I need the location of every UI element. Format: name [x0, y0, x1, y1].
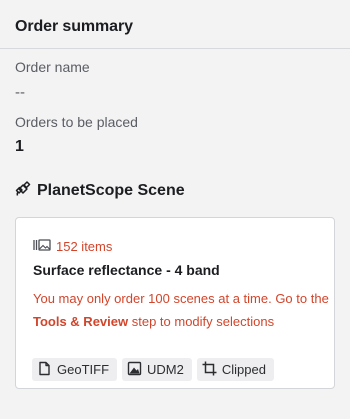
title-divider — [0, 48, 350, 49]
image-icon — [127, 361, 142, 379]
chip-clipped: Clipped — [196, 358, 274, 381]
items-count: 152 items — [56, 238, 113, 254]
chip-label: Clipped — [221, 362, 266, 377]
asset-chips: GeoTIFF UDM2 Clipped — [32, 358, 274, 381]
bundle-card: 152 items Surface reflectance - 4 band Y… — [15, 217, 335, 389]
order-summary-panel: Order summary Order name -- Orders to be… — [0, 0, 350, 419]
crop-icon — [202, 361, 217, 379]
chip-geotiff: GeoTIFF — [32, 358, 118, 381]
scene-limit-warning: You may only order 100 scenes at a time.… — [33, 288, 329, 333]
images-icon — [33, 238, 51, 255]
chip-label: UDM2 — [147, 362, 184, 377]
chip-udm2: UDM2 — [122, 358, 192, 381]
product-header: PlanetScope Scene — [15, 180, 185, 202]
bundle-name: Surface reflectance - 4 band — [33, 262, 220, 278]
items-count-row: 152 items — [33, 237, 112, 255]
file-icon — [37, 361, 52, 379]
product-name: PlanetScope Scene — [37, 182, 185, 199]
orders-to-be-placed-label: Orders to be placed — [15, 114, 138, 130]
warning-text-end: step to modify selections — [128, 313, 275, 329]
order-name-label: Order name — [15, 59, 90, 75]
tools-review-step-link[interactable]: Tools & Review — [33, 314, 128, 329]
panel-title: Order summary — [15, 18, 133, 35]
chip-label: GeoTIFF — [57, 362, 110, 377]
orders-to-be-placed-value: 1 — [15, 138, 24, 155]
satellite-icon — [15, 180, 31, 202]
order-name-value: -- — [15, 84, 25, 101]
warning-text-start: You may only order 100 scenes at a time.… — [33, 291, 329, 306]
